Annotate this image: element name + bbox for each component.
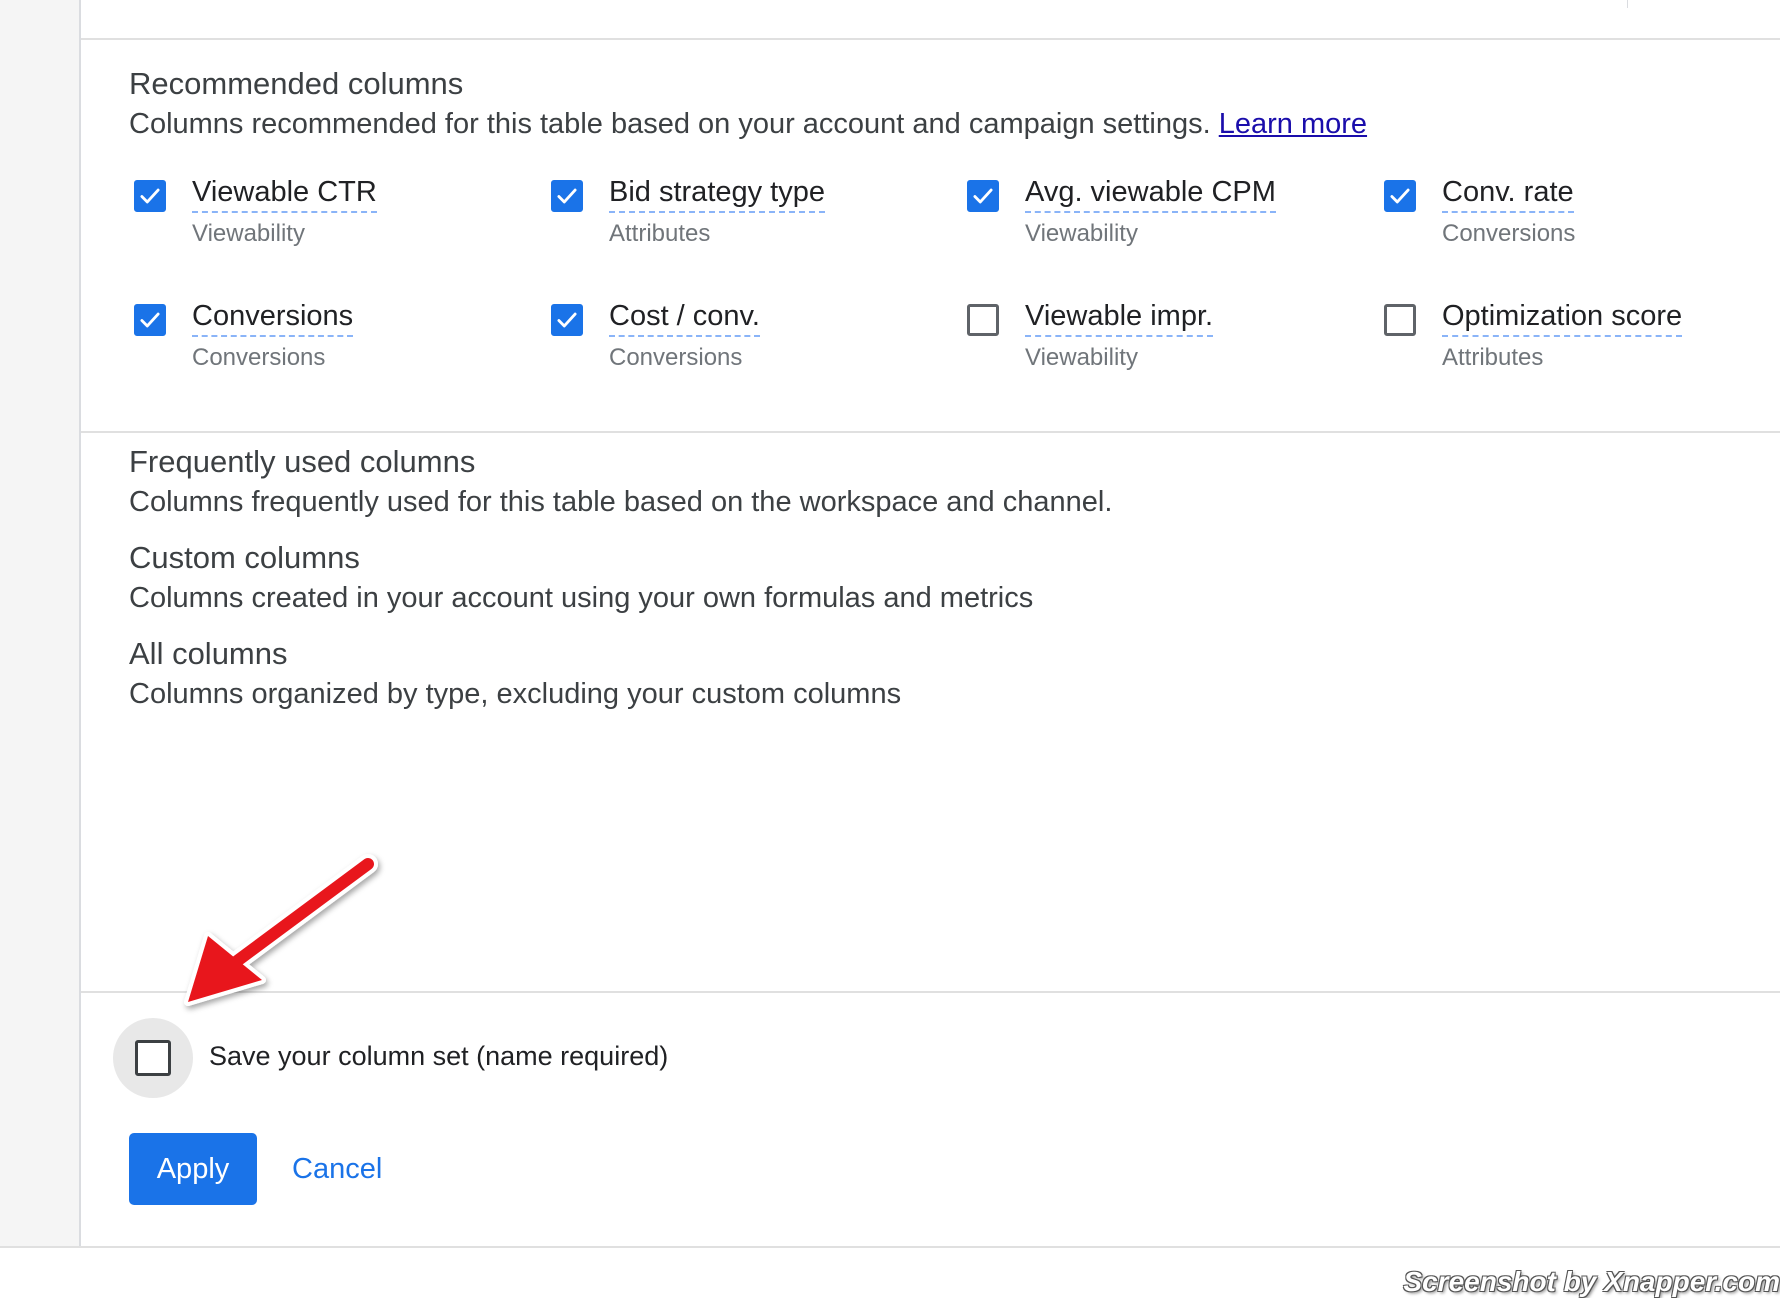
recommended-columns-title: Recommended columns xyxy=(129,66,464,101)
column-category: Viewability xyxy=(192,220,305,247)
column-category: Viewability xyxy=(1025,220,1138,247)
column-category: Attributes xyxy=(609,220,711,247)
column-name[interactable]: Optimization score xyxy=(1442,298,1683,337)
column-category: Viewability xyxy=(1025,344,1138,371)
column-category: Attributes xyxy=(1442,344,1544,371)
column-category: Conversions xyxy=(609,344,743,371)
recommended-description-text: Columns recommended for this table based… xyxy=(129,108,1211,140)
column-category: Conversions xyxy=(192,344,326,371)
column-checkbox[interactable] xyxy=(1384,180,1416,212)
top-divider-tick xyxy=(1627,0,1628,8)
column-name[interactable]: Viewable impr. xyxy=(1025,298,1214,337)
apply-button[interactable]: Apply xyxy=(129,1133,257,1205)
save-column-set-checkbox[interactable] xyxy=(113,1018,193,1098)
column-name[interactable]: Cost / conv. xyxy=(609,298,760,337)
left-rail xyxy=(0,0,81,1248)
custom-columns-title[interactable]: Custom columns xyxy=(129,540,360,576)
checkmark-icon xyxy=(973,188,993,204)
column-name[interactable]: Conv. rate xyxy=(1442,174,1574,213)
recommended-columns-description: Columns recommended for this table based… xyxy=(129,108,1367,141)
column-name[interactable]: Viewable CTR xyxy=(192,174,377,213)
save-checkbox-box[interactable] xyxy=(135,1040,171,1076)
checkmark-icon xyxy=(557,188,577,204)
section-divider xyxy=(81,431,1780,433)
all-columns-description: Columns organized by type, excluding you… xyxy=(129,678,902,710)
checkmark-icon xyxy=(557,312,577,328)
column-name[interactable]: Conversions xyxy=(192,298,354,337)
frequent-columns-title[interactable]: Frequently used columns xyxy=(129,444,475,480)
column-checkbox[interactable] xyxy=(134,180,166,212)
all-columns-title[interactable]: All columns xyxy=(129,636,288,672)
checkmark-icon xyxy=(140,312,160,328)
learn-more-link[interactable]: Learn more xyxy=(1219,108,1367,140)
watermark-text: Screenshot by Xnapper.com xyxy=(1403,1266,1780,1297)
red-arrow-annotation-icon xyxy=(184,854,378,1006)
column-checkbox[interactable] xyxy=(1384,304,1416,336)
column-checkbox[interactable] xyxy=(134,304,166,336)
column-checkbox[interactable] xyxy=(967,304,999,336)
column-category: Conversions xyxy=(1442,220,1576,247)
checkmark-icon xyxy=(140,188,160,204)
checkmark-icon xyxy=(1390,188,1410,204)
column-name[interactable]: Bid strategy type xyxy=(609,174,825,213)
save-column-set-label[interactable]: Save your column set (name required) xyxy=(209,1041,668,1072)
column-name[interactable]: Avg. viewable CPM xyxy=(1025,174,1276,213)
frequent-columns-description: Columns frequently used for this table b… xyxy=(129,486,1113,518)
top-divider xyxy=(81,38,1780,40)
column-checkbox[interactable] xyxy=(551,180,583,212)
custom-columns-description: Columns created in your account using yo… xyxy=(129,582,1034,614)
column-checkbox[interactable] xyxy=(551,304,583,336)
column-checkbox[interactable] xyxy=(967,180,999,212)
cancel-button[interactable]: Cancel xyxy=(284,1133,390,1205)
